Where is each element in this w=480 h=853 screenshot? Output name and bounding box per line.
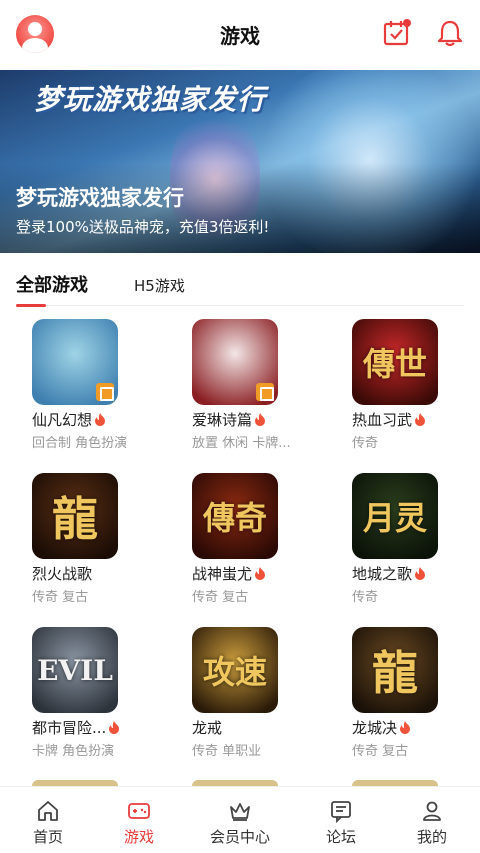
game-name: 龙戒 (192, 717, 222, 738)
game-icon-art-text: EVIL (37, 653, 113, 687)
game-tags: 传奇 复古 (192, 590, 249, 605)
nav-mine-label: 我的 (416, 828, 447, 846)
game-tags: 放置 休闲 卡牌... (192, 436, 291, 451)
game-icon[interactable]: EVIL (32, 627, 118, 713)
game-name-text: 仙凡幻想 (32, 411, 93, 429)
game-icon[interactable]: 傳世 (352, 319, 438, 405)
hot-fire-icon (415, 567, 426, 580)
crown-icon (230, 803, 250, 821)
game-item[interactable]: 攻速龙戒传奇 单职业 (192, 619, 322, 759)
game-icon[interactable]: 月灵 (352, 473, 438, 559)
profile-icon (423, 801, 441, 821)
game-name-text: 都市冒险... (32, 719, 107, 737)
game-tags: 传奇 单职业 (192, 744, 262, 759)
game-tags: 传奇 复古 (32, 590, 89, 605)
game-name: 热血习武 (352, 409, 426, 430)
game-name-text: 龙戒 (192, 719, 223, 737)
game-tags: 卡牌 角色扮演 (32, 744, 115, 759)
game-icon[interactable] (192, 319, 278, 405)
game-icon-art-text: 龍 (372, 646, 418, 700)
box-badge-icon (256, 383, 274, 401)
game-item[interactable]: 月灵地城之歌传奇 (352, 465, 480, 605)
nav-forum[interactable]: 论坛 (293, 787, 389, 853)
game-name: 仙凡幻想 (32, 409, 106, 430)
nav-games-label: 游戏 (123, 828, 154, 846)
game-tags: 回合制 角色扮演 (32, 436, 128, 451)
game-item[interactable]: EVIL 都市冒险... 卡牌 角色扮演 (32, 619, 162, 759)
nav-home-label: 首页 (32, 828, 63, 846)
banner-art-text: 梦玩游戏独家发行 (34, 83, 267, 116)
game-item[interactable]: 傳奇战神蚩尤传奇 复古 (192, 465, 322, 605)
banner-subtitle: 登录100%送极品神宠，充值3倍返利! (16, 218, 270, 236)
game-grid: 仙凡幻想 回合制 角色扮演 爱琳诗篇 放置 休闲 卡牌... 傳世 热血习武 传奇龍烈火战歌… (0, 311, 480, 786)
nav-member-center[interactable]: 会员中心 (192, 787, 288, 853)
hot-fire-icon (255, 413, 266, 426)
game-name-text: 热血习武 (352, 411, 413, 429)
tab-divider (16, 305, 464, 306)
game-name-text: 地城之歌 (352, 565, 413, 583)
game-icon[interactable]: 傳奇 (192, 473, 278, 559)
game-name: 龙城决 (352, 717, 411, 738)
game-name: 战神蚩尤 (192, 563, 266, 584)
hot-fire-icon (109, 721, 120, 734)
game-tags: 传奇 复古 (352, 744, 409, 759)
forum-icon (331, 801, 351, 823)
bell-icon[interactable] (435, 18, 465, 48)
nav-mine[interactable]: 我的 (384, 787, 480, 853)
game-icon-art-text: 月灵 (362, 499, 427, 537)
game-name: 都市冒险... (32, 717, 120, 738)
game-name: 地城之歌 (352, 563, 426, 584)
banner-title: 梦玩游戏独家发行 (16, 186, 184, 210)
game-icon-art-text: 龍 (52, 492, 98, 546)
nav-forum-label: 论坛 (325, 828, 356, 846)
hot-fire-icon (415, 413, 426, 426)
game-icon-art-text: 攻速 (202, 653, 267, 691)
game-item[interactable]: 仙凡幻想回合制 角色扮演 (32, 311, 162, 451)
game-tags: 传奇 (352, 436, 379, 451)
game-icon-art-text: 傳奇 (202, 499, 267, 537)
top-bar: 游戏 (0, 0, 480, 70)
bottom-nav: 首页 游戏 会员中心 论坛 我的 (0, 786, 480, 853)
tab-h5-games[interactable]: H5游戏 (134, 275, 185, 296)
tab-all-games[interactable]: 全部游戏 (16, 271, 88, 297)
game-item[interactable]: 龍龙城决传奇 复古 (352, 619, 480, 759)
calendar-check-icon[interactable] (382, 18, 412, 48)
gamepad-icon (128, 803, 150, 819)
game-item[interactable]: 爱琳诗篇放置 休闲 卡牌... (192, 311, 322, 451)
hot-fire-icon (95, 413, 106, 426)
game-icon[interactable]: 龍 (32, 473, 118, 559)
tab-active-indicator (16, 304, 46, 307)
game-name-text: 爱琳诗篇 (192, 411, 253, 429)
game-icon[interactable] (32, 319, 118, 405)
nav-member-center-label: 会员中心 (209, 828, 270, 846)
game-icon-art-text: 傳世 (362, 345, 427, 383)
promo-banner[interactable]: 梦玩游戏独家发行 梦玩游戏独家发行 登录100%送极品神宠，充值3倍返利! (0, 70, 480, 253)
game-name: 爱琳诗篇 (192, 409, 266, 430)
game-name-text: 龙城决 (352, 719, 398, 737)
game-name-text: 战神蚩尤 (192, 565, 253, 583)
box-badge-icon (96, 383, 114, 401)
hot-fire-icon (255, 567, 266, 580)
nav-home[interactable]: 首页 (0, 787, 96, 853)
home-icon (38, 801, 58, 821)
game-name-text: 烈火战歌 (32, 565, 93, 583)
game-name: 烈火战歌 (32, 563, 92, 584)
game-tabs: 全部游戏 H5游戏 (0, 253, 480, 311)
game-icon[interactable]: 龍 (352, 627, 438, 713)
game-tags: 传奇 (352, 590, 379, 605)
game-icon[interactable]: 攻速 (192, 627, 278, 713)
hot-fire-icon (400, 721, 411, 734)
nav-games[interactable]: 游戏 (91, 787, 187, 853)
game-item[interactable]: 龍烈火战歌传奇 复古 (32, 465, 162, 605)
game-item[interactable]: 傳世热血习武传奇 (352, 311, 480, 451)
